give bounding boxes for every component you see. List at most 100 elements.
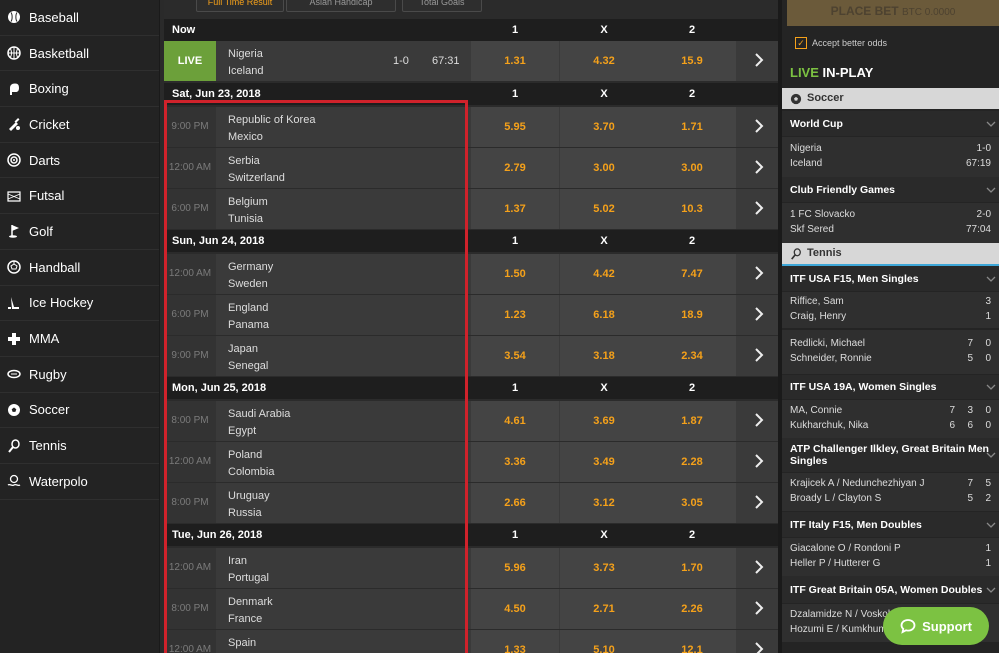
odds-button-o1[interactable]: 3.54 bbox=[471, 336, 559, 376]
more-markets-button[interactable] bbox=[740, 41, 778, 81]
sport-header-soccer[interactable]: Soccer bbox=[782, 88, 999, 109]
sidebar-item-tennis[interactable]: Tennis bbox=[0, 428, 159, 464]
more-markets-button[interactable] bbox=[740, 548, 778, 588]
tab-total-goals[interactable]: Total Goals bbox=[402, 0, 482, 12]
odds-button-ox[interactable]: 4.42 bbox=[560, 254, 648, 294]
odds-button-ox[interactable]: 3.49 bbox=[560, 442, 648, 482]
odds-button-o1[interactable]: 1.23 bbox=[471, 295, 559, 335]
odds-button-o2[interactable]: 1.70 bbox=[648, 548, 736, 588]
place-bet-button[interactable]: PLACE BET BTC 0.0000 bbox=[787, 0, 999, 26]
event-row[interactable]: 9:00 PM Republic of Korea Mexico 5.95 3.70 1.… bbox=[164, 107, 778, 148]
odds-button-o2[interactable]: 3.05 bbox=[648, 483, 736, 523]
sidebar-item-soccer[interactable]: Soccer bbox=[0, 393, 159, 429]
more-markets-button[interactable] bbox=[740, 295, 778, 335]
support-button[interactable]: Support bbox=[883, 607, 989, 645]
tab-asian-handicap[interactable]: Asian Handicap bbox=[286, 0, 396, 12]
competition-header[interactable]: ATP Challenger Ilkley, Great Britain Men… bbox=[782, 438, 999, 472]
sidebar-item-darts[interactable]: Darts bbox=[0, 143, 159, 179]
event-row[interactable]: 6:00 PM Belgium Tunisia 1.37 5.02 10.3 bbox=[164, 189, 778, 230]
more-markets-button[interactable] bbox=[740, 254, 778, 294]
event-row[interactable]: 12:00 AM Serbia Switzerland 2.79 3.00 3.00 bbox=[164, 148, 778, 189]
sidebar-item-golf[interactable]: Golf bbox=[0, 214, 159, 250]
accept-checkbox[interactable]: ✓ bbox=[795, 37, 807, 49]
event-row[interactable]: 12:00 AM Iran Portugal 5.96 3.73 1.70 bbox=[164, 548, 778, 589]
inplay-match[interactable]: MA, Connie 7 3 0 Kukharchuk, Nika 6 6 0 bbox=[782, 400, 999, 438]
inplay-match[interactable]: 1 FC Slovacko 2-0 Skf Sered 77:04 bbox=[782, 203, 999, 243]
competition-header[interactable]: ITF Italy F15, Men Doubles bbox=[782, 512, 999, 537]
odds-button-o1[interactable]: 1.50 bbox=[471, 254, 559, 294]
odds-button-o1[interactable]: 2.66 bbox=[471, 483, 559, 523]
competition-header[interactable]: World Cup bbox=[782, 111, 999, 136]
live-event-row[interactable]: LIVE Nigeria Iceland 1-0 67:31 1.31 4.32 15.9 bbox=[164, 41, 778, 82]
more-markets-button[interactable] bbox=[740, 107, 778, 147]
competition-header[interactable]: ITF USA 19A, Women Singles bbox=[782, 375, 999, 399]
odds-button-o1[interactable]: 2.79 bbox=[471, 148, 559, 188]
competition-header[interactable]: ITF Great Britain 05A, Women Doubles bbox=[782, 576, 999, 603]
sidebar-item-handball[interactable]: Handball bbox=[0, 250, 159, 286]
sidebar-item-basketball[interactable]: Basketball bbox=[0, 36, 159, 72]
odds-button-ox[interactable]: 5.10 bbox=[560, 630, 648, 653]
more-markets-button[interactable] bbox=[740, 630, 778, 653]
more-markets-button[interactable] bbox=[740, 336, 778, 376]
more-markets-button[interactable] bbox=[740, 148, 778, 188]
odds-button-ox[interactable]: 3.73 bbox=[560, 548, 648, 588]
odds-button-o2[interactable]: 18.9 bbox=[648, 295, 736, 335]
sidebar-item-boxing[interactable]: Boxing bbox=[0, 71, 159, 108]
event-row[interactable]: 8:00 PM Uruguay Russia 2.66 3.12 3.05 bbox=[164, 483, 778, 524]
odds-button-o1[interactable]: 4.61 bbox=[471, 401, 559, 441]
sidebar-item-mma[interactable]: MMA bbox=[0, 321, 159, 357]
sidebar-item-ice-hockey[interactable]: Ice Hockey bbox=[0, 286, 159, 322]
odds-button-o2[interactable]: 2.26 bbox=[648, 589, 736, 629]
odds-button-o1[interactable]: 1.31 bbox=[471, 41, 559, 81]
inplay-match[interactable]: Riffice, Sam 3 Craig, Henry 1 bbox=[782, 292, 999, 328]
sidebar-item-futsal[interactable]: Futsal bbox=[0, 178, 159, 215]
odds-button-ox[interactable]: 3.70 bbox=[560, 107, 648, 147]
sidebar-item-baseball[interactable]: Baseball bbox=[0, 0, 159, 36]
odds-button-o1[interactable]: 5.96 bbox=[471, 548, 559, 588]
odds-button-o1[interactable]: 1.33 bbox=[471, 630, 559, 653]
more-markets-button[interactable] bbox=[740, 401, 778, 441]
odds-button-o1[interactable]: 3.36 bbox=[471, 442, 559, 482]
competition-header[interactable]: ITF USA F15, Men Singles bbox=[782, 266, 999, 291]
odds-button-ox[interactable]: 5.02 bbox=[560, 189, 648, 229]
sport-header-tennis[interactable]: Tennis bbox=[782, 243, 999, 264]
odds-button-o2[interactable]: 2.28 bbox=[648, 442, 736, 482]
odds-button-ox[interactable]: 4.32 bbox=[560, 41, 648, 81]
odds-button-o2[interactable]: 10.3 bbox=[648, 189, 736, 229]
inplay-match[interactable]: Nigeria 1-0 Iceland 67:19 bbox=[782, 137, 999, 177]
odds-button-o1[interactable]: 5.95 bbox=[471, 107, 559, 147]
tab-full-time-result[interactable]: Full Time Result bbox=[196, 0, 284, 12]
sidebar-item-rugby[interactable]: Rugby bbox=[0, 357, 159, 393]
inplay-match[interactable]: Redlicki, Michael 7 0 Schneider, Ronnie 5 0 bbox=[782, 330, 999, 374]
odds-button-o2[interactable]: 12.1 bbox=[648, 630, 736, 653]
event-row[interactable]: 12:00 AM Germany Sweden 1.50 4.42 7.47 bbox=[164, 254, 778, 295]
odds-button-o2[interactable]: 15.9 bbox=[648, 41, 736, 81]
event-row[interactable]: 6:00 PM England Panama 1.23 6.18 18.9 bbox=[164, 295, 778, 336]
accept-better-odds[interactable]: ✓ Accept better odds bbox=[795, 37, 887, 49]
inplay-match[interactable]: Giacalone O / Rondoni P 1 Heller P / Hutte… bbox=[782, 538, 999, 576]
more-markets-button[interactable] bbox=[740, 442, 778, 482]
event-row[interactable]: 8:00 PM Denmark France 4.50 2.71 2.26 bbox=[164, 589, 778, 630]
odds-button-ox[interactable]: 3.69 bbox=[560, 401, 648, 441]
odds-button-o2[interactable]: 1.87 bbox=[648, 401, 736, 441]
odds-button-o1[interactable]: 4.50 bbox=[471, 589, 559, 629]
odds-button-ox[interactable]: 6.18 bbox=[560, 295, 648, 335]
sidebar-item-waterpolo[interactable]: Waterpolo bbox=[0, 464, 159, 500]
odds-button-ox[interactable]: 3.18 bbox=[560, 336, 648, 376]
event-row[interactable]: 12:00 AM Poland Colombia 3.36 3.49 2.28 bbox=[164, 442, 778, 483]
odds-button-ox[interactable]: 3.12 bbox=[560, 483, 648, 523]
more-markets-button[interactable] bbox=[740, 189, 778, 229]
odds-button-o2[interactable]: 3.00 bbox=[648, 148, 736, 188]
odds-button-ox[interactable]: 2.71 bbox=[560, 589, 648, 629]
sidebar-item-cricket[interactable]: Cricket bbox=[0, 107, 159, 143]
odds-button-o1[interactable]: 1.37 bbox=[471, 189, 559, 229]
more-markets-button[interactable] bbox=[740, 483, 778, 523]
odds-button-ox[interactable]: 3.00 bbox=[560, 148, 648, 188]
event-row[interactable]: 8:00 PM Saudi Arabia Egypt 4.61 3.69 1.87 bbox=[164, 401, 778, 442]
competition-header[interactable]: Club Friendly Games bbox=[782, 177, 999, 202]
odds-button-o2[interactable]: 2.34 bbox=[648, 336, 736, 376]
odds-button-o2[interactable]: 1.71 bbox=[648, 107, 736, 147]
more-markets-button[interactable] bbox=[740, 589, 778, 629]
odds-button-o2[interactable]: 7.47 bbox=[648, 254, 736, 294]
event-row[interactable]: 9:00 PM Japan Senegal 3.54 3.18 2.34 bbox=[164, 336, 778, 377]
